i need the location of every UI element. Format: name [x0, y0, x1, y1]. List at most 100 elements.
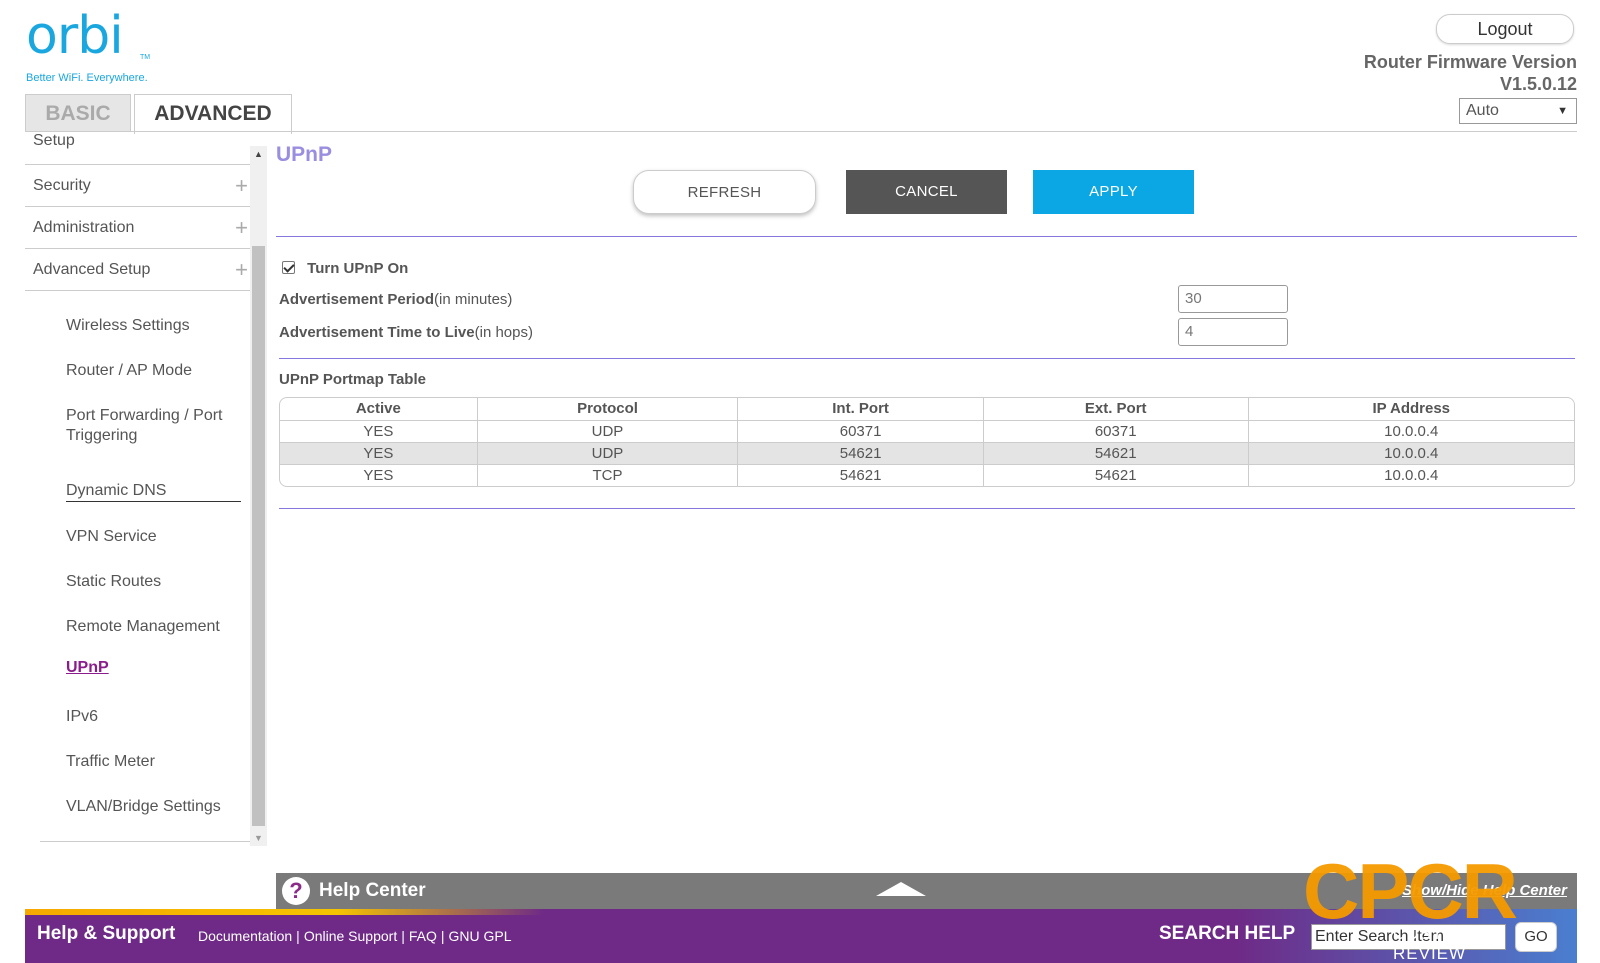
logout-button[interactable]: Logout [1436, 14, 1574, 44]
expand-arrow-icon[interactable] [876, 882, 926, 896]
sidebar-subitem-traffic-meter[interactable]: Traffic Meter [66, 753, 155, 771]
column-header-active: Active [355, 400, 401, 417]
sidebar-subitem-static-routes[interactable]: Static Routes [66, 573, 161, 591]
scroll-down-icon[interactable]: ▼ [250, 830, 267, 846]
column-header-protocol: Protocol [476, 398, 738, 420]
sidebar: Setup Security + Administration + Advanc… [25, 132, 250, 844]
table-cell: 10.0.0.4 [1247, 421, 1575, 442]
sidebar-subitem-port-forwarding[interactable]: Port Forwarding / Port Triggering [66, 406, 236, 446]
table-cell: 54621 [737, 465, 983, 486]
table-cell: TCP [476, 465, 738, 486]
tab-advanced[interactable]: ADVANCED [134, 94, 292, 134]
table-cell: YES [363, 445, 394, 462]
sidebar-subitem-router-ap-mode[interactable]: Router / AP Mode [66, 362, 192, 380]
cancel-button[interactable]: CANCEL [846, 170, 1007, 214]
refresh-button[interactable]: REFRESH [633, 170, 816, 214]
sidebar-item-label: Advanced Setup [33, 261, 151, 278]
page-title: UPnP [276, 143, 333, 166]
table-cell: 10.0.0.4 [1247, 443, 1575, 464]
search-help-label: SEARCH HELP [1159, 923, 1296, 944]
upnp-checkbox[interactable] [282, 261, 295, 274]
sidebar-subitem-remote-management[interactable]: Remote Management [66, 618, 220, 636]
adv-ttl-unit: (in hops) [474, 324, 533, 341]
table-cell: 54621 [737, 443, 983, 464]
upnp-checkbox-label: Turn UPnP On [307, 260, 409, 277]
gnu-gpl-link[interactable]: GNU GPL [449, 928, 512, 944]
sidebar-subitem-vlan-bridge[interactable]: VLAN/Bridge Settings [66, 798, 221, 816]
question-icon: ? [282, 877, 310, 905]
adv-period-row: Advertisement Period(in minutes) [279, 291, 512, 308]
sidebar-subitem-ipv6[interactable]: IPv6 [66, 708, 98, 726]
link-separator: | [296, 928, 300, 944]
section-divider [279, 508, 1575, 509]
sidebar-scrollbar[interactable]: ▲ ▼ [250, 146, 267, 846]
table-cell: UDP [476, 421, 738, 442]
table-cell: 10.0.0.4 [1247, 465, 1575, 486]
logo-trademark: TM [140, 54, 151, 61]
column-header-ext-port: Ext. Port [982, 398, 1248, 420]
help-center-title: Help Center [319, 880, 426, 901]
plus-icon[interactable]: + [235, 207, 248, 249]
table-header-row: Active Protocol Int. Port Ext. Port IP A… [280, 398, 1574, 420]
table-cell: 54621 [982, 443, 1248, 464]
show-hide-help-link[interactable]: Show/Hide Help Center [1402, 873, 1567, 909]
sidebar-item-security[interactable]: Security + [25, 165, 250, 207]
sidebar-subitem-dynamic-dns[interactable]: Dynamic DNS [66, 482, 241, 502]
sidebar-item-label: Administration [33, 219, 135, 236]
footer-title: Help & Support [37, 923, 176, 944]
sidebar-subitem-upnp[interactable]: UPnP [66, 659, 109, 677]
adv-ttl-row: Advertisement Time to Live(in hops) [279, 324, 533, 341]
help-support-footer: Help & Support Documentation | Online Supp… [25, 909, 1577, 963]
search-go-button[interactable]: GO [1515, 922, 1557, 952]
table-row: YES UDP 54621 54621 10.0.0.4 [280, 442, 1574, 464]
table-cell: YES [363, 423, 394, 440]
scroll-up-icon[interactable]: ▲ [250, 146, 267, 162]
tab-basic[interactable]: BASIC [25, 94, 131, 132]
sidebar-item-label: Setup [33, 132, 75, 149]
logo-wordmark: orbi [26, 6, 124, 66]
table-row: YES TCP 54621 54621 10.0.0.4 [280, 464, 1574, 486]
link-separator: | [401, 928, 405, 944]
adv-ttl-input[interactable]: 4 [1178, 318, 1288, 346]
section-divider [276, 236, 1577, 237]
apply-button[interactable]: APPLY [1033, 170, 1194, 214]
adv-period-input[interactable]: 30 [1178, 285, 1288, 313]
adv-ttl-label: Advertisement Time to Live [279, 324, 475, 341]
footer-links: Documentation | Online Support | FAQ | GNU GPL [198, 928, 512, 944]
sidebar-subitem-vpn-service[interactable]: VPN Service [66, 528, 157, 546]
online-support-link[interactable]: Online Support [304, 928, 397, 944]
firmware-label: Router Firmware Version [1363, 52, 1577, 72]
plus-icon[interactable]: + [235, 165, 248, 207]
adv-period-unit: (in minutes) [434, 291, 513, 308]
table-cell: UDP [476, 443, 738, 464]
help-center-bar[interactable]: ? Help Center Show/Hide Help Center [276, 873, 1577, 909]
plus-icon[interactable]: + [235, 249, 248, 291]
link-separator: | [440, 928, 445, 944]
sidebar-item-setup[interactable]: Setup [25, 132, 250, 165]
upnp-toggle-row: Turn UPnP On [282, 260, 408, 277]
documentation-link[interactable]: Documentation [198, 928, 292, 944]
faq-link[interactable]: FAQ [409, 928, 437, 944]
language-select[interactable]: Auto ▼ [1459, 98, 1577, 124]
sidebar-subitem-wireless-settings[interactable]: Wireless Settings [66, 317, 190, 335]
portmap-table: Active Protocol Int. Port Ext. Port IP A… [279, 397, 1575, 487]
language-select-value: Auto [1466, 102, 1499, 119]
sidebar-item-advanced-setup[interactable]: Advanced Setup + [25, 249, 250, 291]
table-row: YES UDP 60371 60371 10.0.0.4 [280, 420, 1574, 442]
sidebar-item-administration[interactable]: Administration + [25, 207, 250, 249]
orbi-logo: orbi TM Better WiFi. Everywhere. [26, 10, 156, 90]
chevron-down-icon: ▼ [1557, 105, 1568, 117]
header-divider [25, 131, 1577, 132]
section-divider [279, 358, 1575, 359]
table-cell: 60371 [982, 421, 1248, 442]
footer-accent-stripe [25, 909, 545, 915]
portmap-table-title: UPnP Portmap Table [279, 371, 426, 388]
column-header-ip-address: IP Address [1247, 398, 1575, 420]
search-help-input[interactable]: Enter Search Item [1311, 924, 1506, 950]
logo-tagline: Better WiFi. Everywhere. [26, 72, 148, 84]
firmware-version: V1.5.0.12 [1499, 74, 1577, 94]
sidebar-item-label: Security [33, 177, 91, 194]
table-cell: 54621 [982, 465, 1248, 486]
table-cell: 60371 [737, 421, 983, 442]
scrollbar-thumb[interactable] [252, 246, 265, 826]
